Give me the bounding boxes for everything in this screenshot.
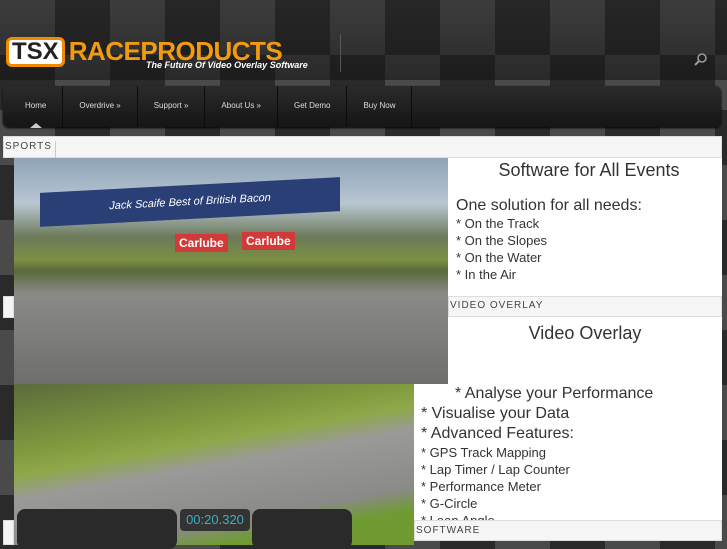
- nav-support[interactable]: Support »: [138, 86, 206, 127]
- tagline: The Future Of Video Overlay Software: [146, 60, 308, 70]
- speedometer-gauge: [17, 509, 177, 549]
- list-item: * Performance Meter: [421, 479, 541, 494]
- list-item: * On the Track: [456, 216, 540, 231]
- list-item: * In the Air: [456, 267, 516, 282]
- list-item: * Lap Timer / Lap Counter: [421, 462, 570, 477]
- nav-home[interactable]: Home: [3, 86, 64, 127]
- panel-title: Software for All Events: [498, 160, 680, 180]
- list-item: * Advanced Features:: [421, 425, 574, 442]
- panel-subtitle: One solution for all needs:: [456, 197, 642, 214]
- nav-get-demo[interactable]: Get Demo: [278, 86, 348, 127]
- list-item: * G-Circle: [421, 496, 478, 511]
- photo-sign: Carlube: [175, 234, 228, 252]
- list-item: * On the Slopes: [456, 233, 548, 248]
- sports-section-header: SPORTS: [3, 136, 722, 159]
- video-overlay-features: * Analyse your Performance * Visualise y…: [414, 384, 722, 528]
- nav-about-us[interactable]: About Us »: [205, 86, 278, 127]
- search-icon[interactable]: [694, 52, 708, 66]
- slider-stub: [3, 296, 14, 318]
- nav-buy-now[interactable]: Buy Now: [347, 86, 413, 127]
- main-nav: Home Overdrive » Support » About Us » Ge…: [3, 86, 721, 127]
- events-panel: Software for All Events One solution for…: [448, 158, 722, 296]
- nav-overdrive[interactable]: Overdrive »: [63, 86, 138, 127]
- list-item: * On the Water: [456, 250, 542, 265]
- logo-tsx: TSX: [6, 36, 65, 67]
- software-section-header: SOFTWARE: [414, 520, 722, 541]
- list-item: * Visualise your Data: [421, 405, 570, 422]
- header-divider: [340, 34, 341, 72]
- track-map: [252, 509, 352, 549]
- panel-title: Video Overlay: [528, 323, 642, 343]
- video-overlay-panel: Video Overlay: [448, 317, 722, 384]
- slider-stub: [3, 520, 14, 545]
- lap-timer: 00:20.320: [180, 509, 250, 531]
- sports-label: SPORTS: [5, 141, 56, 159]
- list-item: * Analyse your Performance: [455, 385, 654, 402]
- video-overlay-section-header: VIDEO OVERLAY: [448, 296, 722, 317]
- photo-sign: Carlube: [242, 232, 295, 250]
- active-nav-indicator: [30, 123, 42, 128]
- list-item: * GPS Track Mapping: [421, 445, 546, 460]
